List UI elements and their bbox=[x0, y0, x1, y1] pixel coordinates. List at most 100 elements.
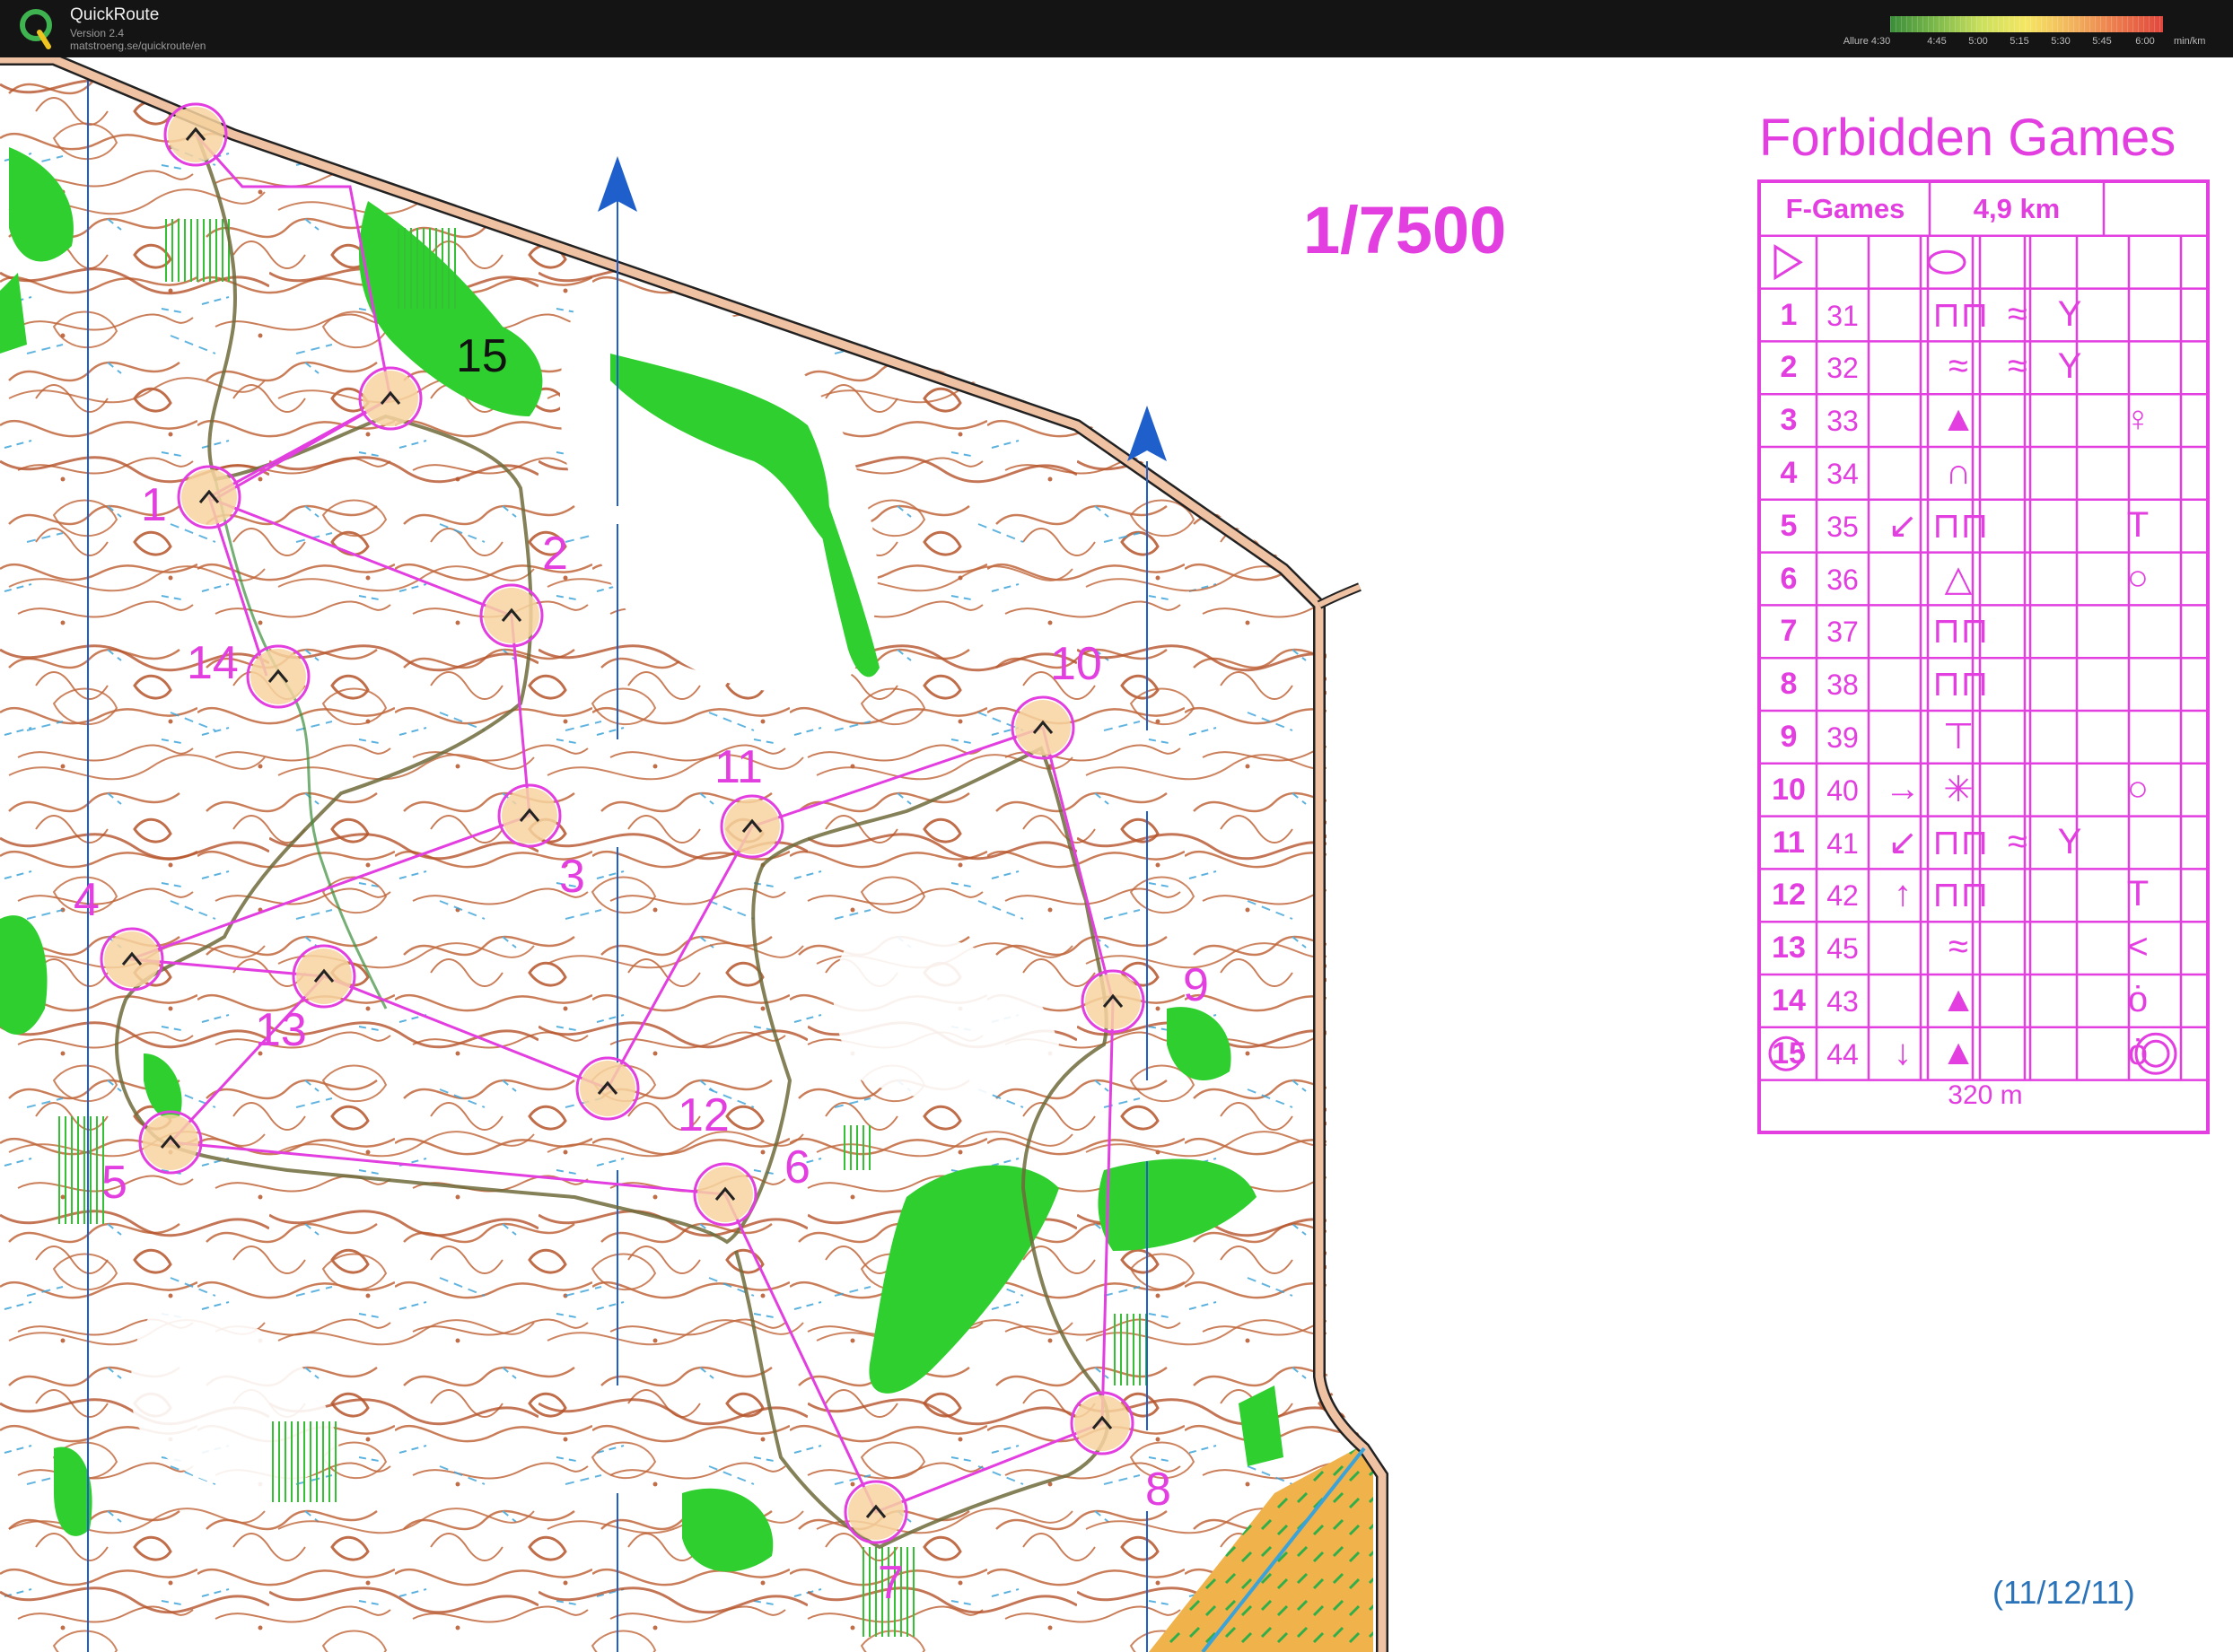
finish-distance: 320 m bbox=[1948, 1080, 2023, 1110]
pace-color-scale bbox=[1890, 16, 2163, 32]
description-symbol-icon: ↙ bbox=[1887, 822, 1918, 862]
description-symbol-icon: ⊓⊓ bbox=[1932, 505, 1989, 546]
control-code: 43 bbox=[1826, 985, 1859, 1018]
course-title: Forbidden Games bbox=[1759, 109, 2176, 167]
control-fill bbox=[363, 371, 418, 426]
control-number-label: 5 bbox=[101, 1157, 127, 1209]
control-fill bbox=[697, 1167, 753, 1222]
control-description-sheet: F-Games 4,9 km 1 31 ⊓⊓ ≈ Y 2 32 ≈ ≈ Y 3 33 ▲ ♀ 4 34 ∩ 5 35… bbox=[1757, 179, 2210, 1134]
control-number-label: 13 bbox=[255, 1004, 307, 1056]
description-symbol-icon: T bbox=[2126, 504, 2150, 545]
pace-label: 5:30 bbox=[2051, 36, 2071, 47]
description-symbol-icon: ▲ bbox=[1940, 399, 1976, 440]
control-fill bbox=[104, 931, 160, 987]
top-bar: QuickRoute Version 2.4 matstroeng.se/qui… bbox=[0, 0, 2233, 57]
description-symbol-icon: ≈ bbox=[2008, 821, 2027, 861]
description-symbol-icon: Y bbox=[2057, 293, 2082, 334]
control-number: 4 bbox=[1780, 456, 1798, 490]
control-number-label: 11 bbox=[714, 741, 763, 793]
course-length: 4,9 km bbox=[1973, 193, 2061, 224]
control-number: 14 bbox=[1772, 983, 1806, 1018]
course-name: F-Games bbox=[1785, 193, 1905, 224]
pace-label: 5:00 bbox=[1968, 36, 1988, 47]
description-symbol-icon: ▲ bbox=[1940, 980, 1976, 1019]
control-number: 6 bbox=[1780, 561, 1798, 596]
control-fill bbox=[1085, 974, 1141, 1029]
control-number-label: 3 bbox=[559, 851, 585, 903]
description-symbol-icon: ȯ bbox=[2127, 1032, 2149, 1072]
control-fill bbox=[724, 799, 780, 854]
description-symbol-icon: ∩ bbox=[1945, 452, 1972, 492]
control-number-label: 6 bbox=[784, 1141, 810, 1193]
description-symbol-icon: T bbox=[2126, 874, 2150, 914]
description-symbol-icon: ✳ bbox=[1943, 769, 1974, 809]
description-symbol-icon: ▲ bbox=[1940, 1032, 1976, 1072]
control-fill bbox=[502, 788, 557, 843]
description-symbol-icon: ⊓⊓ bbox=[1932, 875, 1989, 915]
control-code: 37 bbox=[1826, 616, 1859, 649]
control-fill bbox=[580, 1061, 635, 1116]
description-symbol-icon: ⊤ bbox=[1942, 717, 1975, 756]
app-name: QuickRoute bbox=[70, 5, 160, 24]
control-number: 9 bbox=[1780, 720, 1798, 754]
control-fill bbox=[143, 1114, 198, 1170]
control-fill bbox=[250, 649, 306, 704]
app-version: Version 2.4 bbox=[70, 27, 125, 39]
description-symbol-icon: ⊓⊓ bbox=[1932, 664, 1989, 704]
app-url[interactable]: matstroeng.se/quickroute/en bbox=[70, 39, 206, 52]
description-symbol-icon: ↑ bbox=[1894, 874, 1912, 914]
control-number: 10 bbox=[1772, 772, 1806, 807]
control-code: 33 bbox=[1826, 405, 1859, 438]
control-number: 11 bbox=[1773, 825, 1805, 860]
description-symbol-icon: ⊓⊓ bbox=[1932, 611, 1989, 651]
control-fill bbox=[1074, 1395, 1130, 1451]
control-code: 42 bbox=[1826, 879, 1859, 913]
pace-label: 4:45 bbox=[1927, 36, 1947, 47]
control-code: 39 bbox=[1826, 721, 1859, 754]
control-number-label: 10 bbox=[1050, 638, 1102, 690]
pace-label: 6:00 bbox=[2135, 36, 2155, 47]
control-code: 44 bbox=[1826, 1037, 1859, 1071]
feature-icon bbox=[1927, 249, 1966, 275]
control-number: 13 bbox=[1772, 931, 1806, 966]
control-number: 15 bbox=[1772, 1036, 1806, 1071]
start-triangle-icon bbox=[1773, 244, 1803, 281]
description-symbol-icon: ↙ bbox=[1887, 505, 1918, 546]
control-number-label: 15 bbox=[456, 330, 508, 382]
control-fill bbox=[168, 107, 223, 162]
description-symbol-icon: ≈ bbox=[1948, 346, 1968, 387]
control-fill bbox=[296, 948, 352, 1004]
description-symbol-icon: ⊓⊓ bbox=[1932, 822, 1989, 862]
control-number-label: 1 bbox=[141, 479, 167, 531]
control-code: 40 bbox=[1826, 774, 1859, 807]
control-number: 12 bbox=[1772, 878, 1806, 913]
control-fill bbox=[848, 1484, 904, 1540]
description-symbol-icon: ○ bbox=[2126, 557, 2150, 598]
map-date: (11/12/11) bbox=[1992, 1574, 2135, 1611]
description-symbol-icon: → bbox=[1885, 768, 1921, 809]
description-symbol-icon: ♀ bbox=[2124, 399, 2151, 440]
control-code: 34 bbox=[1826, 458, 1859, 490]
description-symbol-icon: ↓ bbox=[1894, 1032, 1912, 1072]
description-symbol-icon: ≈ bbox=[1948, 927, 1968, 967]
control-number: 8 bbox=[1780, 667, 1798, 702]
pace-label: Allure 4:30 bbox=[1843, 36, 1891, 47]
description-symbol-icon: Y bbox=[2057, 821, 2082, 861]
control-code: 32 bbox=[1826, 352, 1859, 385]
control-number-label: 9 bbox=[1183, 959, 1209, 1011]
control-fill bbox=[1015, 700, 1071, 756]
control-fill bbox=[181, 469, 237, 525]
quickroute-logo-icon bbox=[20, 9, 52, 49]
control-number: 7 bbox=[1780, 614, 1798, 649]
description-symbol-icon: ≈ bbox=[2008, 346, 2027, 387]
description-symbol-icon: ȯ bbox=[2127, 980, 2149, 1019]
description-symbol-icon: △ bbox=[1944, 558, 1973, 599]
pace-unit: min/km bbox=[2174, 36, 2206, 47]
description-symbol-icon: Y bbox=[2057, 346, 2082, 387]
control-number: 2 bbox=[1780, 350, 1798, 385]
control-number-label: 4 bbox=[74, 874, 100, 926]
control-number: 1 bbox=[1780, 297, 1798, 332]
control-number-label: 8 bbox=[1145, 1464, 1171, 1516]
control-fill bbox=[484, 588, 539, 643]
control-code: 36 bbox=[1826, 563, 1859, 596]
